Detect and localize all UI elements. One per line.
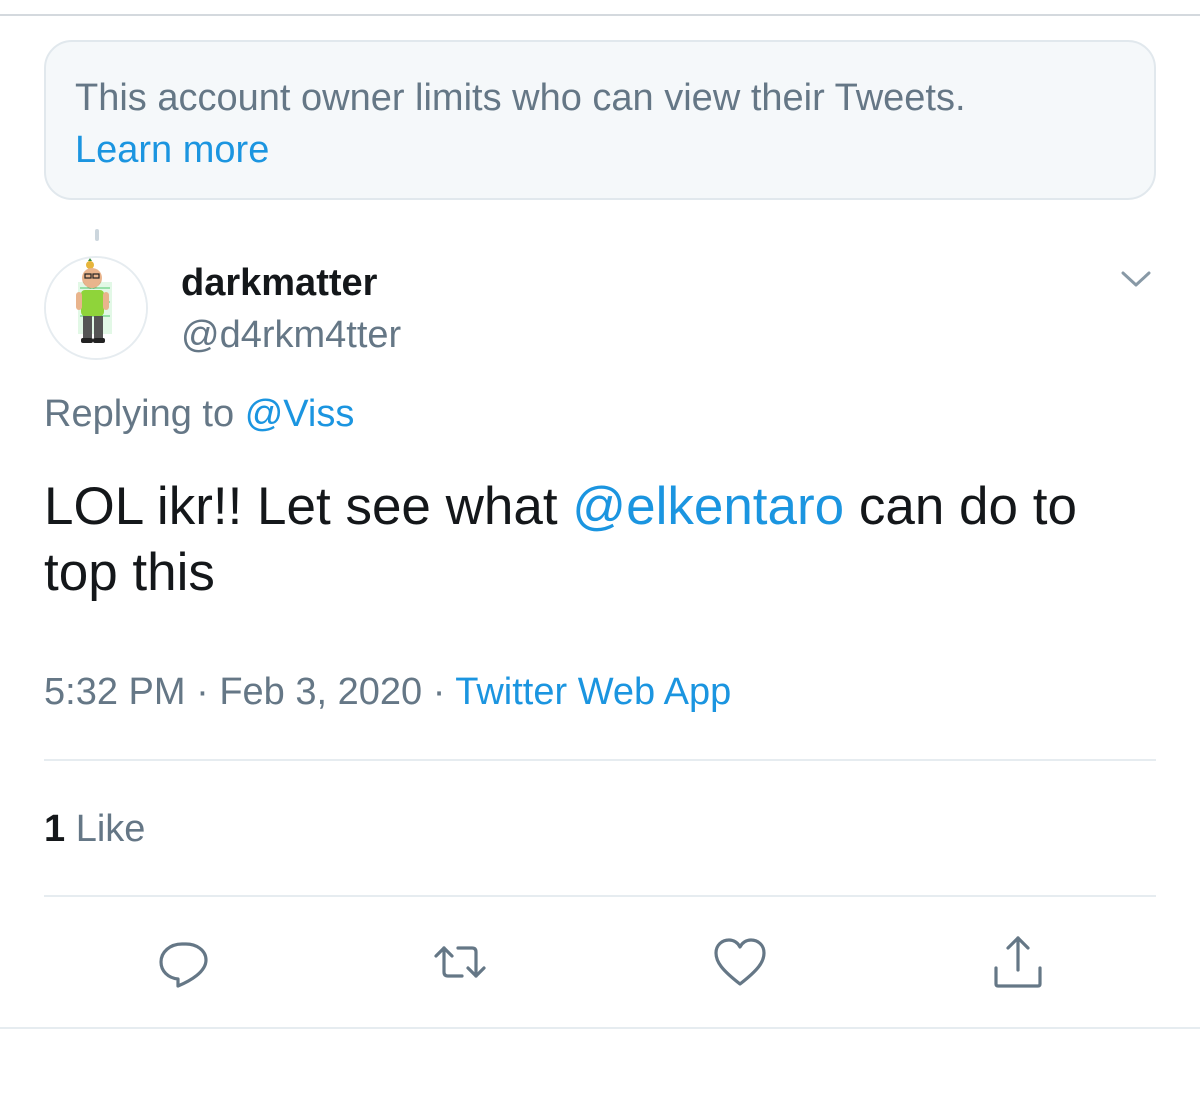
- thread-connector-line: [95, 229, 99, 241]
- notice-text: This account owner limits who can view t…: [75, 77, 966, 119]
- like-count: 1: [44, 808, 66, 850]
- divider: [44, 895, 1156, 897]
- like-button[interactable]: [708, 930, 772, 994]
- meta-separator: ·: [422, 671, 456, 713]
- tweet-date: Feb 3, 2020: [219, 671, 423, 713]
- tweet-text-start: LOL ikr!! Let see what: [44, 477, 573, 536]
- replying-to-mention[interactable]: @Viss: [245, 393, 355, 435]
- tweet-text: LOL ikr!! Let see what @elkentaro can do…: [44, 474, 1156, 606]
- tweet-source-link[interactable]: Twitter Web App: [455, 671, 731, 713]
- share-button[interactable]: [986, 930, 1050, 994]
- learn-more-link[interactable]: Learn more: [75, 124, 1124, 176]
- tweet-time: 5:32 PM: [44, 671, 186, 713]
- heart-icon: [714, 938, 766, 986]
- user-handle[interactable]: @d4rkm4tter: [181, 312, 401, 358]
- retweet-icon: [434, 946, 486, 978]
- tweet-mention[interactable]: @elkentaro: [572, 477, 844, 536]
- tweet-meta: 5:32 PM · Feb 3, 2020 · Twitter Web App: [44, 667, 731, 717]
- reply-icon: [159, 942, 208, 988]
- like-label: Like: [75, 808, 146, 850]
- likes-count-link[interactable]: 1 Like: [44, 806, 145, 852]
- share-icon: [994, 936, 1042, 988]
- avatar-illustration: [46, 258, 146, 358]
- chevron-down-icon[interactable]: [1116, 262, 1156, 296]
- reply-button[interactable]: [152, 930, 216, 994]
- top-divider: [0, 14, 1200, 16]
- protected-account-notice: This account owner limits who can view t…: [44, 40, 1156, 200]
- retweet-button[interactable]: [428, 930, 492, 994]
- replying-prefix: Replying to: [44, 393, 235, 435]
- avatar[interactable]: [44, 256, 148, 360]
- bottom-divider: [0, 1027, 1200, 1029]
- replying-to-line: Replying to @Viss: [44, 390, 354, 438]
- meta-separator: ·: [185, 671, 220, 713]
- display-name[interactable]: darkmatter: [181, 260, 377, 306]
- divider: [44, 759, 1156, 761]
